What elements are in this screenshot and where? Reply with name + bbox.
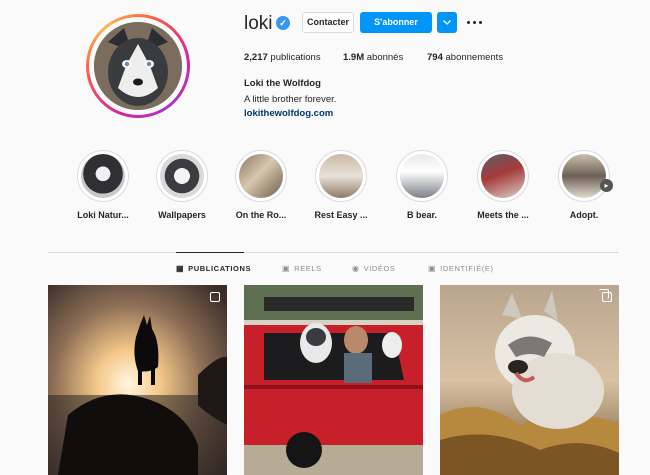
grid-icon: ▦	[176, 264, 185, 273]
highlight-label: Meets the ...	[477, 210, 529, 220]
highlight-label: Rest Easy ...	[314, 210, 368, 220]
tab-videos[interactable]: ◉ VIDÉOS	[352, 264, 396, 273]
post-thumbnail[interactable]	[440, 285, 619, 475]
more-options-button[interactable]	[466, 15, 484, 29]
chevron-down-icon	[443, 20, 451, 25]
highlight-item[interactable]: B bear.	[387, 150, 457, 220]
video-icon: ◉	[352, 264, 360, 273]
tagged-icon: ▣	[428, 264, 437, 273]
post-image-wolfdog-field	[440, 285, 619, 475]
profile-username: loki	[244, 13, 273, 34]
highlight-cover	[319, 154, 363, 198]
highlight-item[interactable]: Meets the ...	[468, 150, 538, 220]
highlight-ring	[315, 150, 367, 202]
tab-label: IDENTIFIÉ(E)	[440, 264, 494, 273]
post-image-red-car	[244, 285, 423, 475]
tab-label: REELS	[294, 264, 322, 273]
reels-icon: ▣	[282, 264, 291, 273]
chevron-right-icon[interactable]: ▸	[600, 179, 613, 192]
highlight-label: On the Ro...	[235, 210, 287, 220]
highlight-ring	[477, 150, 529, 202]
active-tab-indicator	[176, 252, 244, 253]
tabs-divider	[48, 252, 619, 253]
highlight-cover	[400, 154, 444, 198]
highlight-cover	[160, 154, 204, 198]
more-horizontal-icon	[479, 21, 482, 24]
highlight-cover	[481, 154, 525, 198]
reel-indicator-icon	[210, 292, 220, 302]
highlight-item[interactable]: On the Ro...	[226, 150, 296, 220]
following-count: 794	[427, 52, 443, 63]
highlight-item[interactable]: Wallpapers	[147, 150, 217, 220]
verified-badge-icon: ✓	[276, 16, 290, 30]
highlight-cover	[239, 154, 283, 198]
tab-reels[interactable]: ▣ REELS	[282, 264, 322, 273]
more-horizontal-icon	[467, 21, 470, 24]
profile-website-link[interactable]: lokithewolfdog.com	[244, 108, 333, 119]
post-thumbnail[interactable]	[48, 285, 227, 475]
following-label: abonnements	[445, 52, 504, 63]
highlight-ring	[396, 150, 448, 202]
posts-count: 2,217	[244, 52, 268, 63]
highlight-label: Wallpapers	[158, 210, 206, 220]
highlight-ring	[77, 150, 129, 202]
tab-publications[interactable]: ▦ PUBLICATIONS	[176, 264, 251, 273]
contact-button[interactable]: Contacter	[302, 12, 354, 33]
followers-stat[interactable]: 1.9M abonnés	[343, 52, 403, 63]
highlight-ring	[156, 150, 208, 202]
highlight-label: Loki Natur...	[77, 210, 129, 220]
tab-label: PUBLICATIONS	[188, 264, 252, 273]
post-image-sunset-silhouette	[48, 285, 227, 475]
followers-label: abonnés	[366, 52, 404, 63]
multiple-posts-icon	[602, 292, 612, 302]
highlight-label: Adopt.	[569, 210, 599, 220]
highlight-cover	[562, 154, 606, 198]
post-thumbnail[interactable]	[244, 285, 423, 475]
more-horizontal-icon	[473, 21, 476, 24]
highlight-ring	[558, 150, 610, 202]
follow-button[interactable]: S'abonner	[360, 12, 432, 33]
highlight-item[interactable]: Rest Easy ...	[306, 150, 376, 220]
following-stat[interactable]: 794 abonnements	[427, 52, 503, 63]
highlight-label: B bear.	[406, 210, 437, 220]
profile-bio: A little brother forever.	[244, 94, 337, 105]
posts-count-stat: 2,217 publications	[244, 52, 321, 63]
highlight-item[interactable]: Loki Natur...	[68, 150, 138, 220]
tab-label: VIDÉOS	[363, 264, 396, 273]
avatar[interactable]	[94, 22, 182, 110]
posts-label: publications	[270, 52, 321, 63]
highlight-ring	[235, 150, 287, 202]
highlight-cover	[81, 154, 125, 198]
tab-tagged[interactable]: ▣ IDENTIFIÉ(E)	[428, 264, 494, 273]
suggestions-dropdown-button[interactable]	[437, 12, 457, 33]
avatar-border	[89, 17, 187, 115]
profile-full-name: Loki the Wolfdog	[244, 78, 321, 89]
followers-count: 1.9M	[343, 52, 365, 63]
avatar-husky-photo	[94, 22, 182, 110]
profile-avatar-ring[interactable]	[86, 14, 190, 118]
